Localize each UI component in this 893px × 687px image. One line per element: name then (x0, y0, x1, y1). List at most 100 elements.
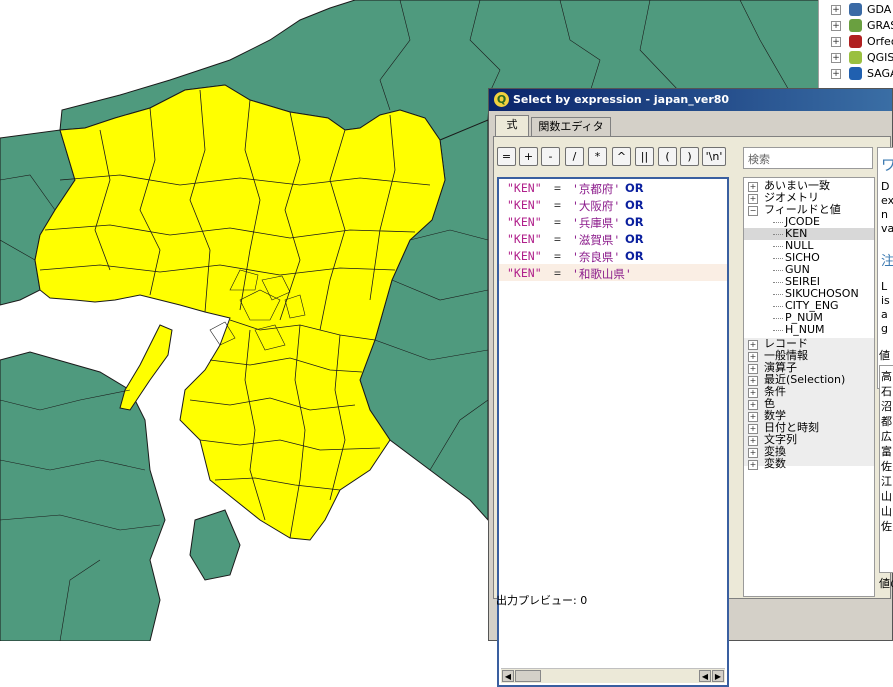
expression-line: "KEN" = '京都府' OR (499, 179, 727, 196)
operator-equals-button[interactable]: = (497, 147, 516, 166)
expand-icon[interactable]: + (831, 69, 841, 79)
toolbox-item-orfeo[interactable]: + Orfeo (819, 34, 893, 50)
value-item[interactable]: 山 (881, 503, 892, 519)
expression-line: "KEN" = '兵庫県' OR (499, 213, 727, 230)
operator-close-paren-button[interactable]: ) (680, 147, 699, 166)
collapse-icon[interactable]: − (748, 206, 758, 216)
values-load-label: 値の (879, 577, 893, 590)
operator-open-paren-button[interactable]: ( (658, 147, 677, 166)
value-item[interactable]: 山 (881, 488, 892, 504)
tree-connector (773, 234, 783, 235)
help-text: is (881, 294, 890, 307)
function-search-input[interactable]: 検索 (743, 147, 873, 169)
orfeo-icon (849, 35, 862, 48)
tree-connector (773, 306, 783, 307)
processing-toolbox: + GDA + GRASS + Orfeo + QGIS + SAGA (818, 0, 893, 92)
toolbox-item-label: SAGA (867, 67, 893, 80)
function-tree[interactable]: + あいまい一致 + ジオメトリ − フィールドと値 JCODE KEN NUL… (743, 177, 875, 597)
value-item[interactable]: 石 (881, 383, 892, 399)
scroll-thumb[interactable] (515, 670, 541, 682)
string-token: '京都府' (572, 182, 621, 196)
field-token: "KEN" (507, 266, 542, 280)
expand-icon[interactable]: + (748, 352, 758, 362)
toolbox-item-label: Orfeo (867, 35, 893, 48)
expand-icon[interactable]: + (748, 340, 758, 350)
expand-icon[interactable]: + (748, 460, 758, 470)
toolbox-item-saga[interactable]: + SAGA (819, 66, 893, 82)
expand-icon[interactable]: + (831, 21, 841, 31)
help-text: a (881, 308, 888, 321)
value-item[interactable]: 佐 (881, 458, 892, 474)
equals-token: = (554, 232, 561, 246)
value-item[interactable]: 広 (881, 428, 892, 444)
value-item[interactable]: 都 (881, 413, 892, 429)
operator-multiply-button[interactable]: * (588, 147, 607, 166)
field-item-h-num[interactable]: H_NUM (744, 324, 874, 336)
value-item[interactable]: 富 (881, 443, 892, 459)
help-text: g (881, 322, 888, 335)
field-token: "KEN" (507, 181, 542, 195)
scroll-right-icon[interactable]: ▶ (712, 670, 724, 682)
operator-concat-button[interactable]: || (635, 147, 654, 166)
operator-divide-button[interactable]: / (565, 147, 584, 166)
field-token: "KEN" (507, 232, 542, 246)
operator-power-button[interactable]: ^ (612, 147, 631, 166)
scroll-left-icon[interactable]: ◀ (699, 670, 711, 682)
string-token: '和歌山県' (572, 267, 632, 281)
expand-icon[interactable]: + (748, 424, 758, 434)
expand-icon[interactable]: + (831, 53, 841, 63)
tree-lower-groups: + レコード + 一般情報 + 演算子 + 最近(Selection) + 条件 + 色 +… (744, 338, 874, 470)
value-item[interactable]: 江 (881, 473, 892, 489)
dialog-title: Select by expression - japan_ver80 (513, 93, 730, 106)
expand-icon[interactable]: + (831, 5, 841, 15)
tree-connector (773, 270, 783, 271)
expand-icon[interactable]: + (748, 364, 758, 374)
dialog-titlebar[interactable]: Q Select by expression - japan_ver80 (489, 89, 892, 111)
field-item-jcode[interactable]: JCODE (744, 216, 874, 228)
toolbox-item-label: GRASS (867, 19, 893, 32)
value-item[interactable]: 高 (881, 368, 892, 384)
equals-token: = (554, 198, 561, 212)
toolbox-item-gdal[interactable]: + GDA (819, 2, 893, 18)
equals-token: = (554, 249, 561, 263)
expand-icon[interactable]: + (748, 182, 758, 192)
scroll-left-icon[interactable]: ◀ (502, 670, 514, 682)
help-text: va (881, 222, 893, 235)
toolbox-item-qgis[interactable]: + QGIS (819, 50, 893, 66)
expression-line: "KEN" = '大阪府' OR (499, 196, 727, 213)
horizontal-scrollbar[interactable]: ◀ ◀ ▶ (501, 668, 725, 683)
tree-group-variables[interactable]: + 変数 (744, 458, 874, 470)
expand-icon[interactable]: + (748, 388, 758, 398)
tree-group-label: 変数 (764, 457, 786, 470)
operator-plus-button[interactable]: + (519, 147, 538, 166)
or-token: OR (625, 198, 644, 212)
help-note-heading: 注 (881, 254, 893, 269)
tab-expression[interactable]: 式 (495, 115, 529, 136)
tree-connector (773, 246, 783, 247)
saga-icon (849, 67, 862, 80)
help-heading: ワ (881, 154, 893, 175)
field-token: "KEN" (507, 198, 542, 212)
tab-function-editor[interactable]: 関数エディタ (531, 117, 611, 136)
toolbox-item-label: GDA (867, 3, 892, 16)
value-item[interactable]: 沼 (881, 398, 892, 414)
expand-icon[interactable]: + (748, 194, 758, 204)
equals-token: = (554, 181, 561, 195)
expand-icon[interactable]: + (748, 412, 758, 422)
operator-newline-button[interactable]: '\n' (702, 147, 726, 166)
expression-editor[interactable]: "KEN" = '京都府' OR "KEN" = '大阪府' OR "KEN" … (497, 177, 729, 687)
tree-connector (773, 294, 783, 295)
operator-minus-button[interactable]: - (541, 147, 560, 166)
expand-icon[interactable]: + (748, 376, 758, 386)
expand-icon[interactable]: + (748, 400, 758, 410)
string-token: '兵庫県' (572, 216, 621, 230)
help-text: ex (881, 194, 893, 207)
expand-icon[interactable]: + (831, 37, 841, 47)
toolbox-item-grass[interactable]: + GRASS (819, 18, 893, 34)
value-item[interactable]: 佐 (881, 518, 892, 534)
expand-icon[interactable]: + (748, 436, 758, 446)
field-token: "KEN" (507, 249, 542, 263)
expand-icon[interactable]: + (748, 448, 758, 458)
tree-connector (773, 282, 783, 283)
values-list[interactable]: 高 石 沼 都 広 富 佐 江 山 山 佐 (879, 365, 893, 573)
